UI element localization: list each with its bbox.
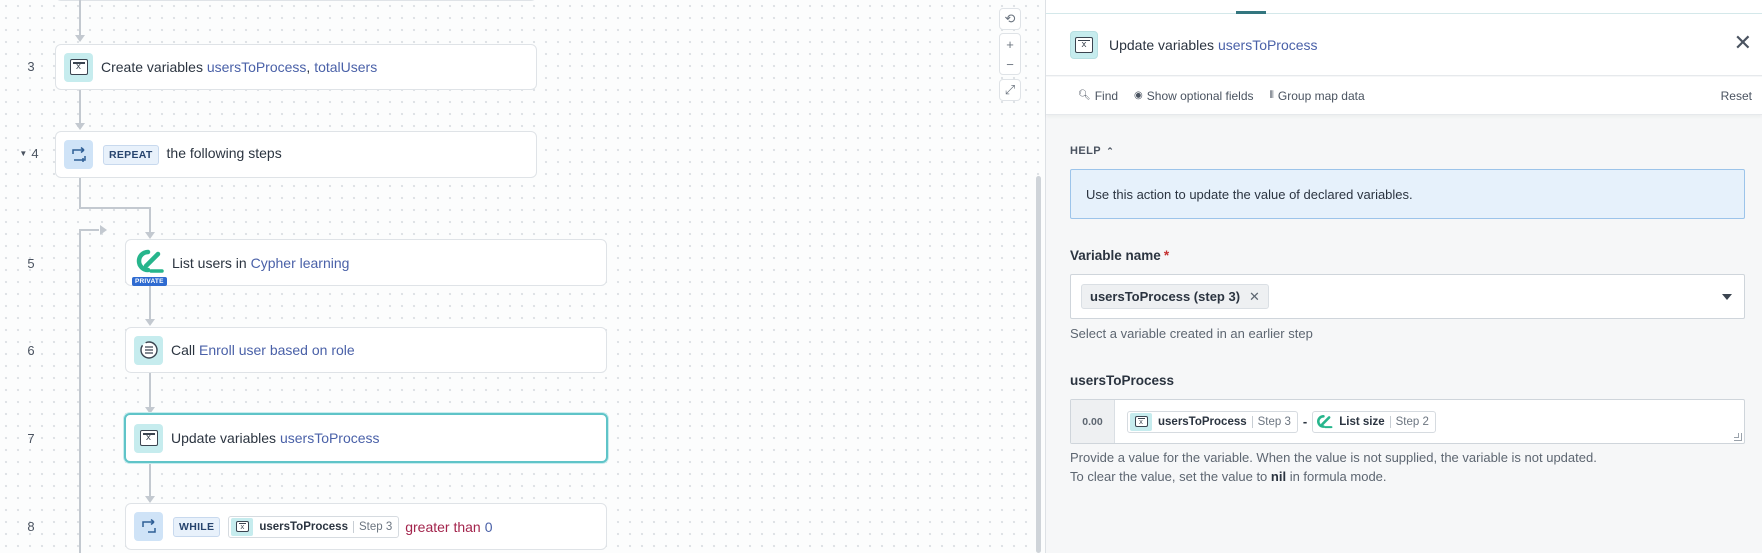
connector-arrow bbox=[145, 496, 155, 503]
app-link[interactable]: Cypher learning bbox=[251, 255, 350, 271]
connector-arrow bbox=[75, 123, 85, 130]
step-number: 3 bbox=[27, 59, 35, 74]
step-card-repeat[interactable]: REPEAT the following steps bbox=[55, 131, 537, 178]
step-action: Call bbox=[171, 342, 196, 358]
loop-connector bbox=[79, 178, 81, 208]
loop-connector bbox=[79, 207, 149, 209]
while-loop-icon bbox=[134, 512, 163, 541]
panel-title: Update variables usersToProcess bbox=[1109, 36, 1318, 53]
variables-icon bbox=[1070, 30, 1098, 59]
loop-connector bbox=[149, 207, 151, 235]
connector-arrow bbox=[75, 35, 85, 42]
search-icon: 🔍︎ bbox=[1078, 90, 1091, 101]
eye-icon: ◉ bbox=[1134, 90, 1143, 101]
panel-tab-bar bbox=[1046, 0, 1762, 14]
variables-icon bbox=[231, 517, 254, 536]
panel-toolbar: 🔍︎ Find ◉ Show optional fields ⦀ Group map … bbox=[1046, 77, 1762, 115]
help-box: Use this action to update the value of d… bbox=[1070, 169, 1745, 219]
connector bbox=[149, 373, 151, 411]
step-number: 8 bbox=[27, 519, 35, 534]
step-config-panel: Update variables usersToProcess ✕ 🔍︎Find… bbox=[1045, 0, 1762, 553]
field-type-indicator[interactable]: 0.00 bbox=[1071, 400, 1115, 443]
step-card-create-variables[interactable]: Create variables usersToProcess, totalUs… bbox=[55, 44, 537, 90]
connector-arrow bbox=[145, 319, 155, 326]
zoom-in-button[interactable]: + bbox=[1006, 37, 1014, 52]
variable-name-label: Variable name * bbox=[1070, 248, 1170, 263]
variables-icon bbox=[134, 423, 163, 453]
step-number: 5 bbox=[27, 256, 35, 271]
step-card-previous[interactable] bbox=[55, 0, 537, 1]
repeat-loop-icon bbox=[64, 140, 93, 169]
formula-expression: usersToProcessStep 3 - List sizeStep 2 bbox=[1127, 410, 1436, 433]
loop-back-arrow bbox=[100, 225, 107, 235]
find-button[interactable]: 🔍︎ Find bbox=[1078, 89, 1118, 103]
connector bbox=[79, 90, 81, 126]
zoom-out-button[interactable]: − bbox=[1006, 57, 1014, 72]
chevron-up-icon: ⌃ bbox=[1106, 146, 1115, 156]
call-function-icon bbox=[134, 335, 163, 365]
step-text: the following steps bbox=[166, 144, 282, 161]
condition-value: 0 bbox=[484, 518, 493, 535]
loop-back-line bbox=[79, 229, 99, 231]
connector-arrow bbox=[145, 232, 155, 239]
step-number: 7 bbox=[27, 431, 35, 446]
reset-view-button[interactable]: ⟲ bbox=[999, 8, 1021, 30]
condition-operator: greater than bbox=[405, 518, 481, 535]
step-card-while[interactable]: WHILE usersToProcessStep 3 greater than … bbox=[125, 503, 607, 550]
step-number[interactable]: ▼ 4 bbox=[14, 146, 44, 161]
step-action: List users in bbox=[172, 254, 247, 271]
value-formula-input[interactable]: 0.00 usersToProcessStep 3 - List sizeSte… bbox=[1070, 399, 1745, 444]
formula-operator: - bbox=[1302, 414, 1308, 429]
cypher-learning-logo bbox=[1313, 413, 1335, 431]
variables-icon bbox=[64, 52, 93, 82]
step-card-list-users[interactable]: PRIVATE List users in Cypher learning bbox=[125, 239, 607, 286]
variable-link[interactable]: usersToProcess bbox=[280, 430, 380, 446]
step-number: 6 bbox=[27, 343, 35, 358]
fit-view-button[interactable]: ⤢ bbox=[999, 79, 1021, 101]
cypher-learning-logo: PRIVATE bbox=[132, 248, 167, 286]
step-card-update-variables[interactable]: Update variables usersToProcess bbox=[124, 413, 608, 463]
step-action: Update variables bbox=[171, 430, 277, 446]
show-optional-fields-button[interactable]: ◉ Show optional fields bbox=[1134, 89, 1253, 103]
close-icon[interactable]: ✕ bbox=[1734, 32, 1752, 54]
group-icon: ⦀ bbox=[1269, 90, 1274, 101]
step-action: Create variables bbox=[101, 59, 203, 75]
group-map-data-button[interactable]: ⦀ Group map data bbox=[1270, 89, 1365, 103]
required-marker: * bbox=[1163, 248, 1170, 263]
reset-button[interactable]: Reset bbox=[1721, 89, 1752, 103]
loop-back-line bbox=[79, 230, 81, 553]
variable-name-hint: Select a variable created in an earlier … bbox=[1070, 326, 1313, 341]
variable-name-select[interactable]: usersToProcess (step 3) ✕ bbox=[1070, 274, 1745, 319]
canvas-scrollbar[interactable] bbox=[1036, 176, 1041, 553]
help-toggle[interactable]: HELP ⌃ bbox=[1070, 145, 1114, 157]
datapill[interactable]: List size Step 2 bbox=[1312, 410, 1436, 433]
variable-link[interactable]: totalUsers bbox=[314, 59, 377, 75]
connector bbox=[149, 463, 151, 500]
connector bbox=[79, 0, 81, 37]
while-keyword: WHILE bbox=[173, 516, 221, 537]
datapill[interactable]: usersToProcessStep 3 bbox=[228, 515, 400, 538]
value-field-hint: Provide a value for the variable. When t… bbox=[1070, 450, 1597, 484]
resize-handle[interactable] bbox=[1734, 433, 1742, 441]
connector bbox=[149, 283, 151, 323]
step-card-call[interactable]: Call Enroll user based on role bbox=[125, 327, 607, 373]
zoom-controls: + − bbox=[999, 33, 1021, 75]
datapill[interactable]: usersToProcessStep 3 bbox=[1127, 410, 1298, 433]
chevron-down-icon[interactable] bbox=[1722, 294, 1732, 300]
panel-header: Update variables usersToProcess ✕ bbox=[1046, 14, 1762, 76]
value-field-label: usersToProcess bbox=[1070, 373, 1175, 388]
variable-link[interactable]: usersToProcess bbox=[207, 59, 307, 75]
repeat-keyword: REPEAT bbox=[103, 144, 159, 165]
collapse-caret-icon[interactable]: ▼ bbox=[19, 149, 27, 158]
variables-icon bbox=[1130, 412, 1152, 431]
workflow-canvas[interactable]: 3 ▼4 5 6 7 8 Create variables usersToPro… bbox=[0, 0, 1045, 553]
private-badge: PRIVATE bbox=[132, 276, 167, 286]
selected-variable-chip: usersToProcess (step 3) ✕ bbox=[1081, 284, 1269, 309]
chip-remove-icon[interactable]: ✕ bbox=[1249, 289, 1260, 305]
recipe-link[interactable]: Enroll user based on role bbox=[199, 342, 355, 358]
